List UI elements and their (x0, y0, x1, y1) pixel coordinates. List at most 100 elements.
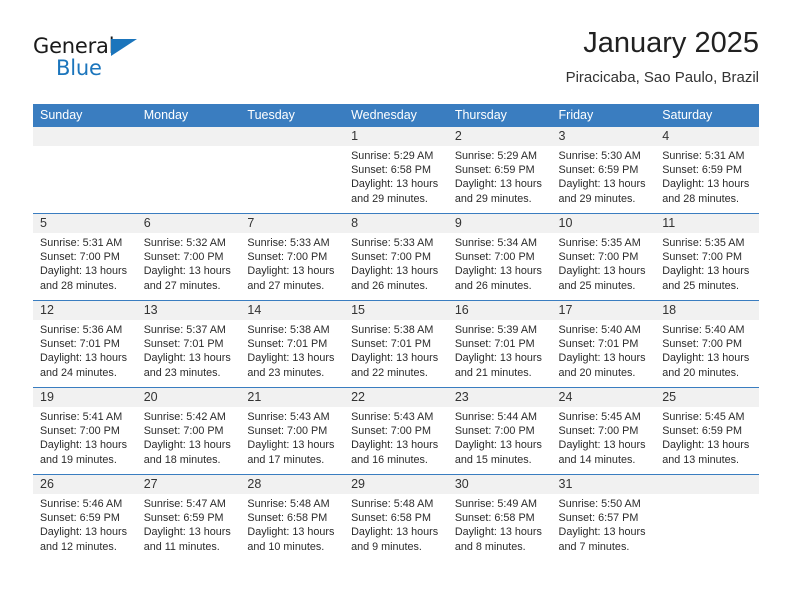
day-number: 10 (551, 214, 656, 233)
calendar-day-cell[interactable]: 25 Sunrise: 5:45 AM Sunset: 6:59 PM Dayligh… (655, 387, 759, 475)
calendar-day-cell[interactable]: 20 Sunrise: 5:42 AM Sunset: 7:00 PM Dayligh… (136, 387, 241, 475)
day-detail-sunset: Sunset: 7:00 PM (662, 251, 743, 264)
day-detail-daylight1: Daylight: 13 hours (454, 526, 542, 539)
calendar-day-cell[interactable]: 3 Sunrise: 5:30 AM Sunset: 6:59 PM Daylight… (551, 126, 656, 214)
calendar-day-cell[interactable]: 14 Sunrise: 5:38 AM Sunset: 7:01 PM Dayligh… (240, 300, 345, 388)
calendar-day-cell[interactable]: 15 Sunrise: 5:38 AM Sunset: 7:01 PM Dayligh… (344, 300, 448, 388)
calendar-week-row: 1 Sunrise: 5:29 AM Sunset: 6:58 PM Daylight… (33, 126, 759, 214)
calendar-day-cell[interactable]: 13 Sunrise: 5:37 AM Sunset: 7:01 PM Dayligh… (136, 300, 241, 388)
day-detail-daylight2: and 28 minutes. (40, 279, 117, 292)
calendar-day-cell[interactable]: 31 Sunrise: 5:50 AM Sunset: 6:57 PM Dayligh… (551, 474, 656, 561)
day-details: Sunrise: 5:35 AM Sunset: 7:00 PM Daylight:… (655, 233, 759, 293)
day-detail-sunset: Sunset: 6:59 PM (40, 512, 120, 525)
day-detail-sunset: Sunset: 6:59 PM (662, 425, 743, 438)
day-detail-daylight2: and 23 minutes. (143, 366, 221, 379)
calendar-day-cell[interactable]: 28 Sunrise: 5:48 AM Sunset: 6:58 PM Dayligh… (240, 474, 345, 561)
calendar-day-cell[interactable]: 30 Sunrise: 5:49 AM Sunset: 6:58 PM Dayligh… (447, 474, 552, 561)
calendar-day-cell[interactable]: 26 Sunrise: 5:46 AM Sunset: 6:59 PM Dayligh… (33, 474, 137, 561)
calendar-day-cell[interactable]: 4 Sunrise: 5:31 AM Sunset: 6:59 PM Daylight… (655, 126, 759, 214)
day-number: 6 (136, 214, 241, 233)
calendar-day-cell[interactable]: 17 Sunrise: 5:40 AM Sunset: 7:01 PM Dayligh… (551, 300, 656, 388)
day-detail-sunset: Sunset: 7:00 PM (143, 251, 224, 264)
day-details: Sunrise: 5:38 AM Sunset: 7:01 PM Daylight:… (240, 320, 344, 380)
day-detail-daylight2: and 13 minutes. (662, 453, 740, 466)
day-detail-daylight1: Daylight: 13 hours (247, 265, 335, 278)
day-detail-sunset: Sunset: 7:00 PM (143, 425, 224, 438)
day-detail-daylight2: and 8 minutes. (454, 540, 526, 553)
day-details: Sunrise: 5:29 AM Sunset: 6:59 PM Daylight:… (448, 146, 552, 206)
calendar-day-cell[interactable]: 16 Sunrise: 5:39 AM Sunset: 7:01 PM Dayligh… (447, 300, 552, 388)
day-detail-daylight2: and 23 minutes. (247, 366, 325, 379)
day-number: 24 (551, 388, 656, 407)
calendar-week-row: 5 Sunrise: 5:31 AM Sunset: 7:00 PM Daylight… (33, 213, 759, 301)
day-number: 1 (344, 127, 448, 146)
calendar-day-cell[interactable]: 18 Sunrise: 5:40 AM Sunset: 7:00 PM Dayligh… (655, 300, 759, 388)
day-detail-daylight1: Daylight: 13 hours (454, 178, 542, 191)
day-detail-sunset: Sunset: 7:00 PM (247, 251, 328, 264)
day-detail-sunrise: Sunrise: 5:45 AM (558, 411, 641, 423)
day-number: 23 (447, 388, 552, 407)
day-details: Sunrise: 5:32 AM Sunset: 7:00 PM Daylight:… (137, 233, 241, 293)
calendar-day-cell[interactable]: 22 Sunrise: 5:43 AM Sunset: 7:00 PM Dayligh… (344, 387, 448, 475)
calendar-day-cell[interactable]: 21 Sunrise: 5:43 AM Sunset: 7:00 PM Dayligh… (240, 387, 345, 475)
day-detail-sunset: Sunset: 6:57 PM (558, 512, 639, 525)
day-detail-daylight1: Daylight: 13 hours (40, 352, 128, 365)
calendar-day-cell[interactable]: 2 Sunrise: 5:29 AM Sunset: 6:59 PM Daylight… (447, 126, 552, 214)
day-details: Sunrise: 5:47 AM Sunset: 6:59 PM Daylight:… (137, 494, 241, 554)
calendar-day-cell[interactable]: 6 Sunrise: 5:32 AM Sunset: 7:00 PM Daylight… (136, 213, 241, 301)
day-detail-daylight1: Daylight: 13 hours (40, 265, 128, 278)
day-detail-daylight2: and 22 minutes. (351, 366, 428, 379)
day-number: 11 (655, 214, 759, 233)
day-number: 2 (447, 127, 552, 146)
general-blue-logo[interactable]: General Blue (33, 34, 153, 86)
day-detail-daylight2: and 26 minutes. (351, 279, 428, 292)
day-detail-sunset: Sunset: 6:58 PM (351, 164, 431, 177)
day-details: Sunrise: 5:48 AM Sunset: 6:58 PM Daylight:… (344, 494, 448, 554)
day-detail-sunrise: Sunrise: 5:43 AM (351, 411, 434, 423)
day-detail-sunrise: Sunrise: 5:29 AM (351, 150, 434, 162)
calendar-day-cell[interactable]: 24 Sunrise: 5:45 AM Sunset: 7:00 PM Dayligh… (551, 387, 656, 475)
calendar-day-cell[interactable]: 10 Sunrise: 5:35 AM Sunset: 7:00 PM Dayligh… (551, 213, 656, 301)
day-number: 12 (33, 301, 137, 320)
day-detail-sunrise: Sunrise: 5:38 AM (247, 324, 330, 336)
day-detail-daylight1: Daylight: 13 hours (454, 352, 542, 365)
day-detail-daylight1: Daylight: 13 hours (40, 526, 128, 539)
day-number: 9 (447, 214, 552, 233)
day-details: Sunrise: 5:38 AM Sunset: 7:01 PM Daylight:… (344, 320, 448, 380)
day-detail-daylight2: and 15 minutes. (454, 453, 532, 466)
day-detail-daylight1: Daylight: 13 hours (558, 439, 646, 452)
calendar-day-cell[interactable]: 1 Sunrise: 5:29 AM Sunset: 6:58 PM Daylight… (344, 126, 448, 214)
day-detail-daylight1: Daylight: 13 hours (351, 352, 439, 365)
day-number: 13 (136, 301, 241, 320)
day-detail-daylight1: Daylight: 13 hours (662, 178, 750, 191)
calendar-day-cell[interactable]: 29 Sunrise: 5:48 AM Sunset: 6:58 PM Dayligh… (344, 474, 448, 561)
calendar-day-cell[interactable]: 11 Sunrise: 5:35 AM Sunset: 7:00 PM Dayligh… (655, 213, 759, 301)
day-details: Sunrise: 5:34 AM Sunset: 7:00 PM Daylight:… (448, 233, 552, 293)
day-detail-sunrise: Sunrise: 5:30 AM (558, 150, 641, 162)
weekday-header-tuesday: Tuesday (240, 104, 345, 127)
day-details: Sunrise: 5:31 AM Sunset: 6:59 PM Daylight:… (655, 146, 759, 206)
day-detail-sunset: Sunset: 7:01 PM (454, 338, 535, 351)
day-detail-daylight1: Daylight: 13 hours (247, 439, 335, 452)
day-detail-daylight2: and 29 minutes. (558, 192, 636, 205)
calendar-day-cell[interactable]: 23 Sunrise: 5:44 AM Sunset: 7:00 PM Dayligh… (447, 387, 552, 475)
day-detail-sunset: Sunset: 6:59 PM (662, 164, 743, 177)
day-detail-daylight1: Daylight: 13 hours (558, 265, 646, 278)
calendar-day-cell[interactable]: 9 Sunrise: 5:34 AM Sunset: 7:00 PM Daylight… (447, 213, 552, 301)
calendar-day-cell[interactable]: 27 Sunrise: 5:47 AM Sunset: 6:59 PM Dayligh… (136, 474, 241, 561)
day-detail-sunset: Sunset: 7:00 PM (454, 425, 535, 438)
calendar-day-cell[interactable]: 12 Sunrise: 5:36 AM Sunset: 7:01 PM Dayligh… (33, 300, 137, 388)
logo-text-general: General (33, 34, 115, 58)
day-number: 17 (551, 301, 656, 320)
day-detail-daylight1: Daylight: 13 hours (351, 526, 439, 539)
day-detail-sunset: Sunset: 6:59 PM (454, 164, 535, 177)
day-detail-daylight2: and 17 minutes. (247, 453, 325, 466)
day-detail-daylight2: and 25 minutes. (662, 279, 740, 292)
calendar-day-cell[interactable]: 5 Sunrise: 5:31 AM Sunset: 7:00 PM Daylight… (33, 213, 137, 301)
calendar-week-row: 19 Sunrise: 5:41 AM Sunset: 7:00 PM Dayligh… (33, 387, 759, 475)
calendar-day-cell-empty (240, 126, 345, 214)
calendar-day-cell[interactable]: 8 Sunrise: 5:33 AM Sunset: 7:00 PM Daylight… (344, 213, 448, 301)
calendar-day-cell[interactable]: 7 Sunrise: 5:33 AM Sunset: 7:00 PM Daylight… (240, 213, 345, 301)
day-detail-daylight2: and 25 minutes. (558, 279, 636, 292)
calendar-day-cell[interactable]: 19 Sunrise: 5:41 AM Sunset: 7:00 PM Dayligh… (33, 387, 137, 475)
